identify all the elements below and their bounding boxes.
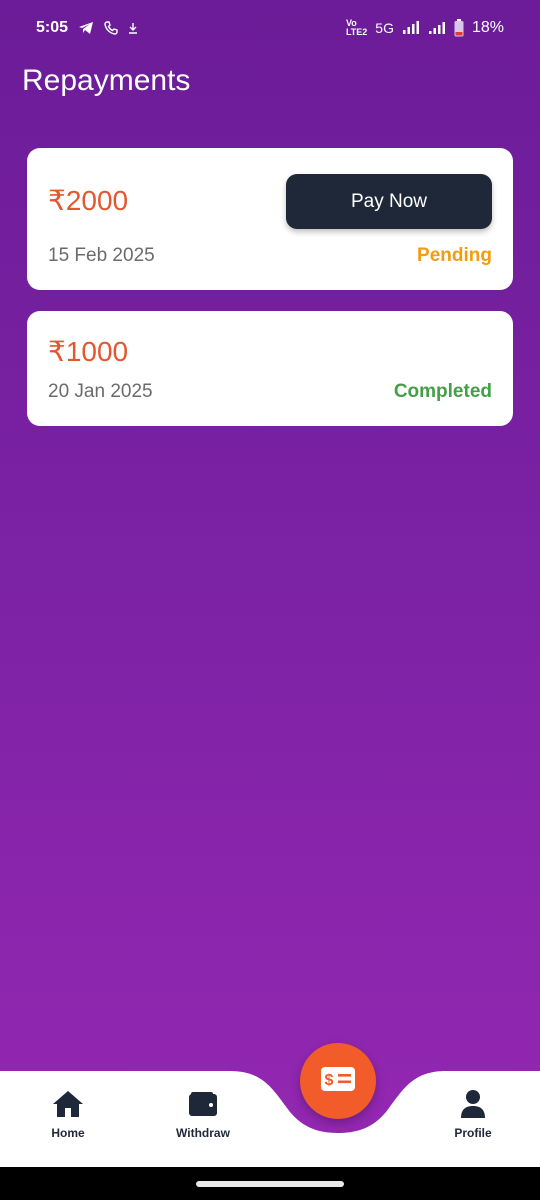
wallet-icon: [186, 1088, 220, 1120]
status-badge: Pending: [417, 245, 492, 266]
repayment-amount: ₹1000: [48, 336, 129, 367]
home-gesture-bar[interactable]: [196, 1181, 344, 1187]
signal-icon: [402, 21, 420, 35]
phone-icon: [104, 21, 118, 35]
nav-home-label: Home: [51, 1126, 85, 1140]
repayment-card: ₹1000 20 Jan 2025 Completed: [27, 311, 513, 426]
person-icon: [456, 1088, 490, 1120]
status-time: 5:05: [36, 19, 69, 36]
home-icon: [51, 1088, 85, 1120]
svg-text:$: $: [325, 1072, 334, 1089]
download-icon: [128, 22, 138, 34]
repay-icon: $: [320, 1066, 356, 1097]
repay-fab-button[interactable]: $: [300, 1043, 376, 1119]
gesture-area: [0, 1167, 540, 1200]
pay-now-button[interactable]: Pay Now: [286, 174, 492, 229]
network-label: 5G: [375, 20, 394, 36]
telegram-icon: [78, 21, 94, 35]
page-title: Repayments: [22, 64, 191, 97]
repayment-date: 20 Jan 2025: [48, 381, 153, 402]
nav-profile-label: Profile: [454, 1126, 492, 1140]
volte-label: Vo LTE2: [345, 18, 368, 37]
nav-withdraw[interactable]: Withdraw: [153, 1088, 253, 1140]
signal-2-icon: [428, 21, 446, 35]
repayment-card: ₹2000 Pay Now 15 Feb 2025 Pending: [27, 148, 513, 290]
status-badge: Completed: [393, 381, 492, 402]
bottom-nav: Home Withdraw Profile: [0, 1030, 540, 1167]
nav-home[interactable]: Home: [18, 1088, 118, 1140]
battery-percent: 18%: [471, 19, 504, 36]
status-bar: 5:05 Vo LTE2 5G 18%: [0, 0, 540, 58]
nav-profile[interactable]: Profile: [423, 1088, 523, 1140]
nav-withdraw-label: Withdraw: [176, 1126, 230, 1140]
battery-icon: [454, 19, 464, 37]
repayment-amount: ₹2000: [48, 185, 129, 216]
repayment-date: 15 Feb 2025: [48, 245, 155, 266]
